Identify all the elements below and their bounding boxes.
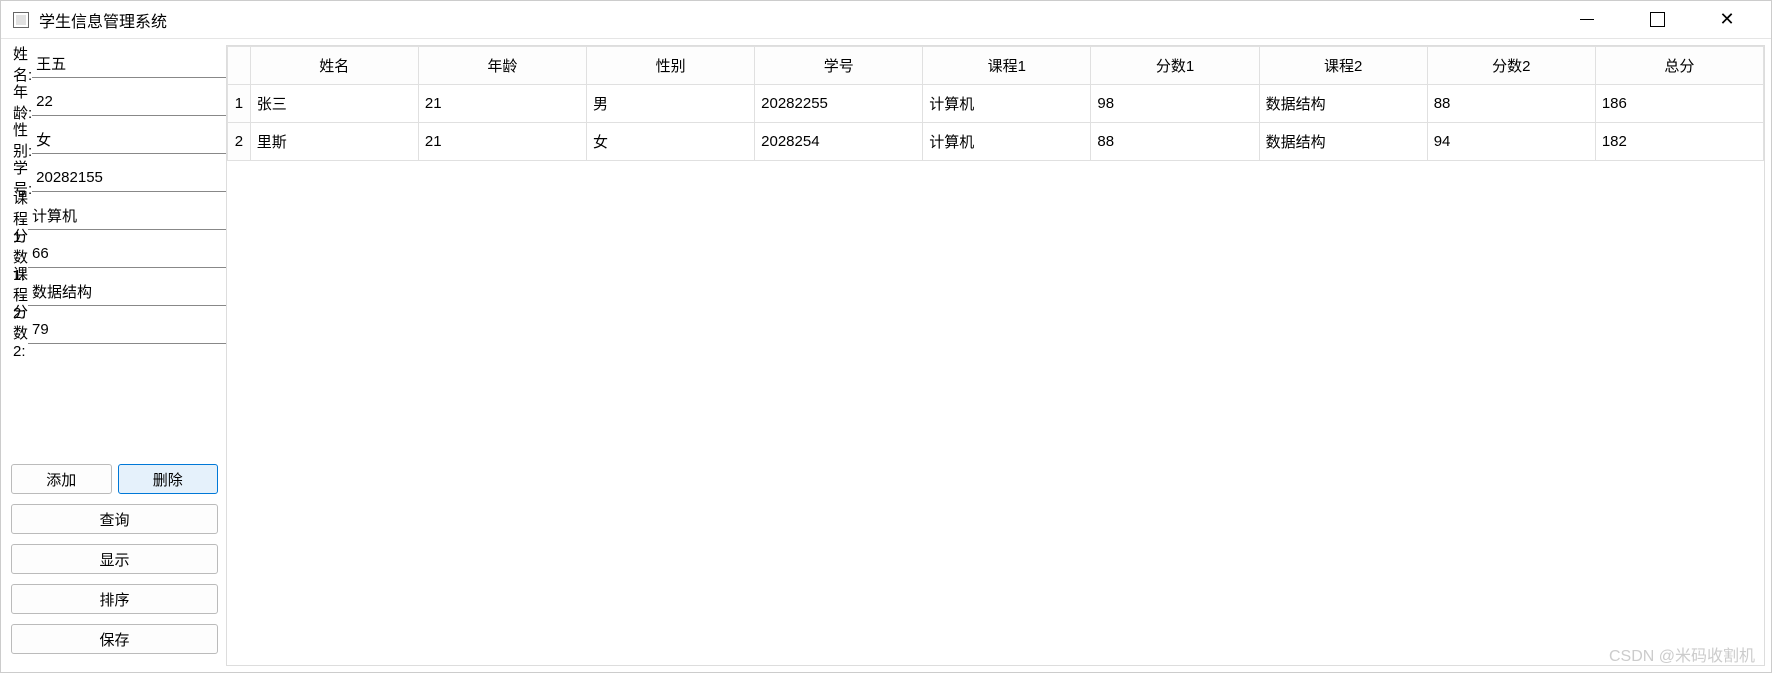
cell-score2[interactable]: 88	[1427, 85, 1595, 123]
table-body: 1 张三 21 男 20282255 计算机 98 数据结构 88 186 2 …	[228, 85, 1764, 161]
header-total[interactable]: 总分	[1595, 47, 1763, 85]
cell-score1[interactable]: 88	[1091, 123, 1259, 161]
header-score2[interactable]: 分数2	[1427, 47, 1595, 85]
gender-field[interactable]	[32, 126, 239, 154]
minimize-icon[interactable]	[1567, 8, 1607, 32]
score2-field[interactable]	[28, 316, 235, 344]
cell-total[interactable]: 182	[1595, 123, 1763, 161]
header-name[interactable]: 姓名	[250, 47, 418, 85]
sidebar-form: 姓名: 年龄: 性别: 学号: 课程1: 分数1:	[7, 45, 222, 666]
main-window: 学生信息管理系统 姓名: 年龄: 性别: 学号:	[0, 0, 1772, 673]
cell-name[interactable]: 里斯	[250, 123, 418, 161]
query-button[interactable]: 查询	[11, 504, 218, 534]
delete-button[interactable]: 删除	[118, 464, 219, 494]
form-row-course2: 课程2:	[11, 277, 218, 307]
maximize-icon[interactable]	[1637, 8, 1677, 32]
course2-field[interactable]	[28, 278, 235, 306]
cell-course1[interactable]: 计算机	[923, 123, 1091, 161]
cell-student-id[interactable]: 2028254	[755, 123, 923, 161]
student-table: 姓名 年龄 性别 学号 课程1 分数1 课程2 分数2 总分 1 张三	[227, 46, 1764, 161]
name-field[interactable]	[32, 50, 239, 78]
student-id-field[interactable]	[32, 164, 239, 192]
score1-field[interactable]	[28, 240, 235, 268]
table-area: 姓名 年龄 性别 学号 课程1 分数1 课程2 分数2 总分 1 张三	[226, 45, 1765, 666]
header-student-id[interactable]: 学号	[755, 47, 923, 85]
label-score2: 分数2:	[11, 301, 28, 360]
header-score1[interactable]: 分数1	[1091, 47, 1259, 85]
header-age[interactable]: 年龄	[418, 47, 586, 85]
save-button[interactable]: 保存	[11, 624, 218, 654]
label-gender: 性别:	[11, 119, 32, 161]
cell-course2[interactable]: 数据结构	[1259, 123, 1427, 161]
cell-gender[interactable]: 女	[587, 123, 755, 161]
header-course1[interactable]: 课程1	[923, 47, 1091, 85]
cell-total[interactable]: 186	[1595, 85, 1763, 123]
cell-course2[interactable]: 数据结构	[1259, 85, 1427, 123]
form-row-score1: 分数1:	[11, 239, 218, 269]
cell-age[interactable]: 21	[418, 85, 586, 123]
window-title: 学生信息管理系统	[39, 8, 1567, 32]
form-row-course1: 课程1:	[11, 201, 218, 231]
form-row-student-id: 学号:	[11, 163, 218, 193]
close-icon[interactable]	[1707, 8, 1747, 32]
form-row-name: 姓名:	[11, 49, 218, 79]
form-row-score2: 分数2:	[11, 315, 218, 345]
table-row[interactable]: 1 张三 21 男 20282255 计算机 98 数据结构 88 186	[228, 85, 1764, 123]
window-controls	[1567, 8, 1759, 32]
app-icon	[13, 12, 29, 28]
label-name: 姓名:	[11, 43, 32, 85]
titlebar: 学生信息管理系统	[1, 1, 1771, 39]
cell-gender[interactable]: 男	[587, 85, 755, 123]
table-header-row: 姓名 年龄 性别 学号 课程1 分数1 课程2 分数2 总分	[228, 47, 1764, 85]
header-gender[interactable]: 性别	[587, 47, 755, 85]
course1-field[interactable]	[28, 202, 235, 230]
corner-header	[228, 47, 251, 85]
spacer	[11, 353, 218, 462]
button-row-add-delete: 添加 删除	[11, 464, 218, 494]
cell-score2[interactable]: 94	[1427, 123, 1595, 161]
cell-name[interactable]: 张三	[250, 85, 418, 123]
age-field[interactable]	[32, 88, 239, 116]
row-index[interactable]: 2	[228, 123, 251, 161]
header-course2[interactable]: 课程2	[1259, 47, 1427, 85]
cell-score1[interactable]: 98	[1091, 85, 1259, 123]
cell-course1[interactable]: 计算机	[923, 85, 1091, 123]
sort-button[interactable]: 排序	[11, 584, 218, 614]
label-age: 年龄:	[11, 81, 32, 123]
table-row[interactable]: 2 里斯 21 女 2028254 计算机 88 数据结构 94 182	[228, 123, 1764, 161]
row-index[interactable]: 1	[228, 85, 251, 123]
show-button[interactable]: 显示	[11, 544, 218, 574]
add-button[interactable]: 添加	[11, 464, 112, 494]
form-row-age: 年龄:	[11, 87, 218, 117]
cell-age[interactable]: 21	[418, 123, 586, 161]
cell-student-id[interactable]: 20282255	[755, 85, 923, 123]
form-row-gender: 性别:	[11, 125, 218, 155]
content-area: 姓名: 年龄: 性别: 学号: 课程1: 分数1:	[1, 39, 1771, 672]
